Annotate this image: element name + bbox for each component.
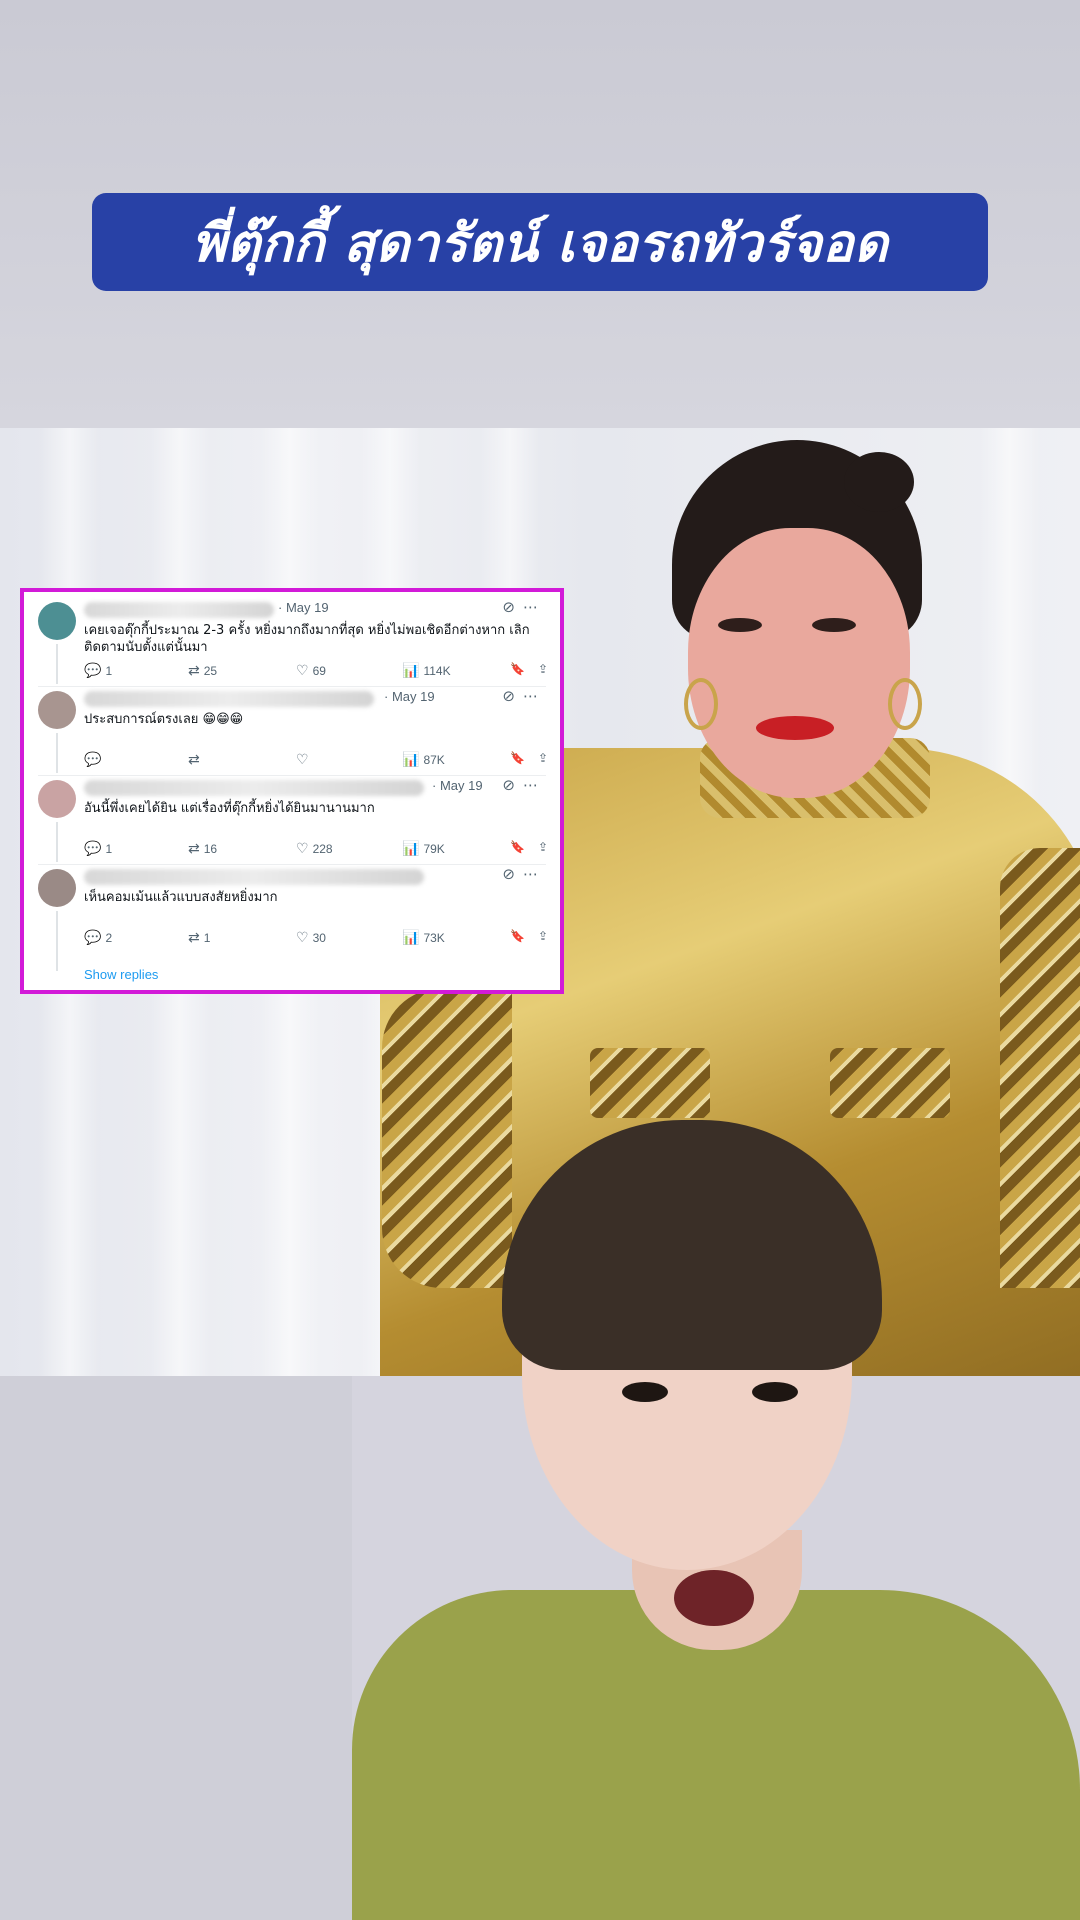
heart-icon[interactable]: ♡ 30 [296, 929, 326, 946]
views-icon[interactable]: 📊 87K [402, 751, 445, 768]
comment-actions: 💬 1 ⇄ 25 ♡ 69 📊 114K 🔖 ⇪ [84, 662, 548, 680]
man-hair [502, 1120, 882, 1370]
blurred-username [84, 869, 424, 885]
bookmark-icon[interactable]: 🔖 [510, 751, 525, 765]
blurred-username [84, 691, 374, 707]
comment-screenshot-card: · May 19 ⊘⋯ เคยเจอตุ๊กกี้ประมาณ 2-3 ครั้… [20, 588, 564, 994]
comment-text: ประสบการณ์ตรงเลย 😁😁😁 [84, 712, 244, 727]
heart-icon[interactable]: ♡ [296, 751, 313, 768]
woman-lips [756, 716, 834, 740]
comment-item: ⊘⋯ เห็นคอมเม้นแล้วแบบสงสัยหยิ่งมาก 💬 2 ⇄ 1… [38, 865, 548, 971]
avatar [38, 780, 76, 818]
woman-face [688, 528, 910, 798]
comment-text: เคยเจอตุ๊กกี้ประมาณ 2-3 ครั้ง หยิ่งมากถึ… [84, 623, 530, 655]
bookmark-icon[interactable]: 🔖 [510, 662, 525, 676]
reply-icon[interactable]: 💬 1 [84, 662, 112, 679]
comment-item: · May 19 ⊘⋯ ประสบการณ์ตรงเลย 😁😁😁 💬 ⇄ ♡ 📊… [38, 687, 548, 776]
comment-actions: 💬 2 ⇄ 1 ♡ 30 📊 73K 🔖 ⇪ [84, 929, 548, 947]
reply-icon[interactable]: 💬 2 [84, 929, 112, 946]
more-icon[interactable]: ⊘⋯ [502, 598, 546, 616]
man-mouth [674, 1570, 754, 1626]
reaction-person [352, 1120, 1080, 1920]
avatar [38, 869, 76, 907]
comment-actions: 💬 1 ⇄ 16 ♡ 228 📊 79K 🔖 ⇪ [84, 840, 548, 858]
share-icon[interactable]: ⇪ [538, 840, 548, 854]
avatar [38, 691, 76, 729]
reply-icon[interactable]: 💬 [84, 751, 105, 768]
repost-icon[interactable]: ⇄ [188, 751, 204, 768]
video-title: พี่ตุ๊กกี้ สุดารัตน์ เจอรถทัวร์จอด [191, 213, 889, 274]
comment-item: · May 19 ⊘⋯ เคยเจอตุ๊กกี้ประมาณ 2-3 ครั้… [38, 598, 548, 687]
comment-date: · May 19 [384, 689, 435, 704]
heart-icon[interactable]: ♡ 69 [296, 662, 326, 679]
heart-icon[interactable]: ♡ 228 [296, 840, 333, 857]
comment-date: · May 19 [432, 778, 483, 793]
reply-icon[interactable]: 💬 1 [84, 840, 112, 857]
more-icon[interactable]: ⊘⋯ [502, 687, 546, 705]
title-banner: พี่ตุ๊กกี้ สุดารัตน์ เจอรถทัวร์จอด [92, 193, 988, 291]
share-icon[interactable]: ⇪ [538, 662, 548, 676]
avatar [38, 602, 76, 640]
comment-date: · May 19 [278, 600, 329, 615]
blurred-username [84, 780, 424, 796]
bookmark-icon[interactable]: 🔖 [510, 929, 525, 943]
comment-actions: 💬 ⇄ ♡ 📊 87K 🔖 ⇪ [84, 751, 548, 769]
repost-icon[interactable]: ⇄ 25 [188, 662, 217, 679]
repost-icon[interactable]: ⇄ 1 [188, 929, 210, 946]
views-icon[interactable]: 📊 114K [402, 662, 451, 679]
views-icon[interactable]: 📊 73K [402, 929, 445, 946]
show-replies-link[interactable]: Show replies [84, 967, 158, 982]
comment-text: เห็นคอมเม้นแล้วแบบสงสัยหยิ่งมาก [84, 890, 278, 905]
more-icon[interactable]: ⊘⋯ [502, 776, 546, 794]
blurred-username [84, 602, 274, 618]
repost-icon[interactable]: ⇄ 16 [188, 840, 217, 857]
views-icon[interactable]: 📊 79K [402, 840, 445, 857]
more-icon[interactable]: ⊘⋯ [502, 865, 546, 883]
bookmark-icon[interactable]: 🔖 [510, 840, 525, 854]
share-icon[interactable]: ⇪ [538, 929, 548, 943]
share-icon[interactable]: ⇪ [538, 751, 548, 765]
comment-text: อันนี้พึ่งเคยได้ยิน แต่เรื่องที่ตุ๊กกี้ห… [84, 801, 375, 816]
comment-item: · May 19 ⊘⋯ อันนี้พึ่งเคยได้ยิน แต่เรื่อ… [38, 776, 548, 865]
